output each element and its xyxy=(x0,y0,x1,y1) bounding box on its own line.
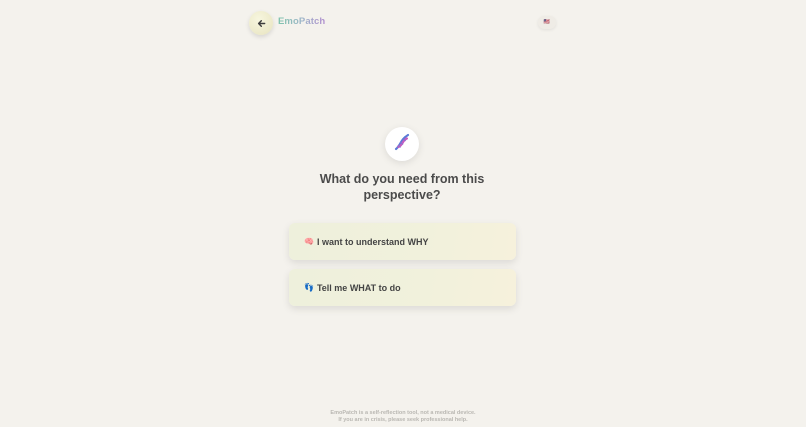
option-label: I want to understand WHY xyxy=(316,236,429,247)
hero-icon-badge xyxy=(385,127,419,161)
header: EmoPatch 🇺🇸 xyxy=(249,11,556,35)
brain-icon: 🧠 xyxy=(304,236,314,246)
language-button[interactable]: 🇺🇸 xyxy=(538,16,556,29)
us-flag-icon: 🇺🇸 xyxy=(543,19,551,25)
option-what-to-do-button[interactable]: 👣 Tell me WHAT to do xyxy=(289,269,516,306)
disclaimer-line-2: If you are in crisis, please seek profes… xyxy=(338,417,468,423)
page-question: What do you need from this perspective? xyxy=(319,172,485,202)
disclaimer-line-1: EmoPatch is a self-reflection tool, not … xyxy=(330,410,476,416)
brand-logo-text[interactable]: EmoPatch xyxy=(278,16,325,27)
option-label: Tell me WHAT to do xyxy=(316,282,401,293)
arrow-left-icon xyxy=(257,19,266,28)
back-button[interactable] xyxy=(249,11,273,35)
disclaimer-footer: EmoPatch is a self-reflection tool, not … xyxy=(253,410,553,424)
page: EmoPatch 🇺🇸 What do you need from this p… xyxy=(0,0,806,427)
footprints-icon: 👣 xyxy=(304,282,314,292)
option-understand-why-button[interactable]: 🧠 I want to understand WHY xyxy=(289,223,516,260)
dna-icon xyxy=(392,132,412,157)
